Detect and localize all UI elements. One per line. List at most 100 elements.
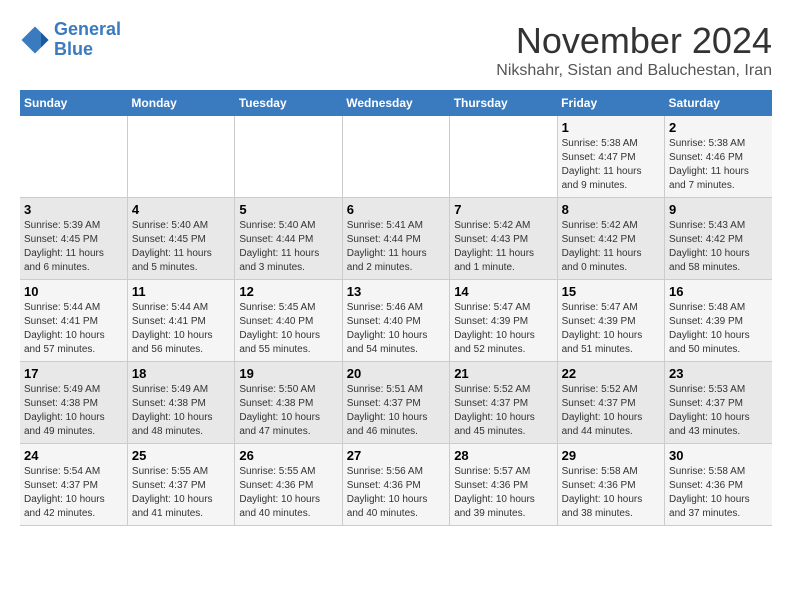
day-number: 15: [562, 284, 660, 299]
calendar-cell: 16 Sunrise: 5:48 AM Sunset: 4:39 PM Dayli…: [665, 280, 772, 362]
day-number: 27: [347, 448, 445, 463]
day-number: 2: [669, 120, 768, 135]
month-title: November 2024: [496, 20, 772, 62]
day-number: 28: [454, 448, 552, 463]
calendar-cell: [450, 116, 557, 198]
day-number: 30: [669, 448, 768, 463]
day-info: Sunrise: 5:56 AM Sunset: 4:36 PM Dayligh…: [347, 465, 445, 521]
calendar-cell: 19Sunrise: 5:50 AM Sunset: 4:38 PM Dayli…: [235, 362, 342, 444]
day-info: Sunrise: 5:55 AM Sunset: 4:36 PM Dayligh…: [239, 465, 337, 521]
calendar-cell: 18 Sunrise: 5:49 AM Sunset: 4:38 PM Dayli…: [127, 362, 234, 444]
day-info: Sunrise: 5:45 AM Sunset: 4:40 PM Dayligh…: [239, 301, 337, 357]
day-info: Sunrise: 5:50 AM Sunset: 4:38 PM Dayligh…: [239, 383, 337, 439]
day-info: Sunrise: 5:57 AM Sunset: 4:36 PM Dayligh…: [454, 465, 552, 521]
calendar-cell: 24Sunrise: 5:54 AM Sunset: 4:37 PM Dayli…: [20, 444, 127, 526]
day-number: 4: [132, 202, 230, 217]
weekday-header-tuesday: Tuesday: [235, 90, 342, 116]
calendar-cell: [20, 116, 127, 198]
logo: General Blue: [20, 20, 121, 60]
day-info: Sunrise: 5:39 AM Sunset: 4:45 PM Dayligh…: [24, 219, 123, 275]
day-number: 12: [239, 284, 337, 299]
title-block: November 2024 Nikshahr, Sistan and Baluc…: [496, 20, 772, 80]
calendar-week-row: 3Sunrise: 5:39 AM Sunset: 4:45 PM Daylig…: [20, 198, 772, 280]
day-number: 18: [132, 366, 230, 381]
calendar-cell: 21 Sunrise: 5:52 AM Sunset: 4:37 PM Dayli…: [450, 362, 557, 444]
day-info: Sunrise: 5:51 AM Sunset: 4:37 PM Dayligh…: [347, 383, 445, 439]
weekday-header-row: SundayMondayTuesdayWednesdayThursdayFrid…: [20, 90, 772, 116]
weekday-header-monday: Monday: [127, 90, 234, 116]
calendar-cell: 25 Sunrise: 5:55 AM Sunset: 4:37 PM Dayli…: [127, 444, 234, 526]
day-number: 26: [239, 448, 337, 463]
day-info: Sunrise: 5:52 AM Sunset: 4:37 PM Dayligh…: [562, 383, 660, 439]
day-info: Sunrise: 5:44 AM Sunset: 4:41 PM Dayligh…: [132, 301, 230, 357]
day-number: 21: [454, 366, 552, 381]
day-number: 22: [562, 366, 660, 381]
calendar-cell: [127, 116, 234, 198]
day-number: 7: [454, 202, 552, 217]
day-info: Sunrise: 5:46 AM Sunset: 4:40 PM Dayligh…: [347, 301, 445, 357]
day-number: 14: [454, 284, 552, 299]
day-info: Sunrise: 5:38 AM Sunset: 4:47 PM Dayligh…: [562, 137, 660, 193]
calendar-cell: 8 Sunrise: 5:42 AM Sunset: 4:42 PM Daylig…: [557, 198, 664, 280]
day-info: Sunrise: 5:49 AM Sunset: 4:38 PM Dayligh…: [132, 383, 230, 439]
calendar-cell: [235, 116, 342, 198]
day-info: Sunrise: 5:43 AM Sunset: 4:42 PM Dayligh…: [669, 219, 768, 275]
calendar-cell: 20 Sunrise: 5:51 AM Sunset: 4:37 PM Dayli…: [342, 362, 449, 444]
day-info: Sunrise: 5:58 AM Sunset: 4:36 PM Dayligh…: [562, 465, 660, 521]
calendar-cell: 4Sunrise: 5:40 AM Sunset: 4:45 PM Daylig…: [127, 198, 234, 280]
logo-blue: Blue: [54, 39, 93, 59]
weekday-header-saturday: Saturday: [665, 90, 772, 116]
day-info: Sunrise: 5:54 AM Sunset: 4:37 PM Dayligh…: [24, 465, 123, 521]
day-number: 5: [239, 202, 337, 217]
page-header: General Blue November 2024 Nikshahr, Sis…: [20, 20, 772, 80]
calendar-cell: 13 Sunrise: 5:46 AM Sunset: 4:40 PM Dayli…: [342, 280, 449, 362]
calendar-cell: 1 Sunrise: 5:38 AM Sunset: 4:47 PM Daylig…: [557, 116, 664, 198]
calendar-cell: [342, 116, 449, 198]
calendar-cell: 6Sunrise: 5:41 AM Sunset: 4:44 PM Daylig…: [342, 198, 449, 280]
day-number: 25: [132, 448, 230, 463]
location-subtitle: Nikshahr, Sistan and Baluchestan, Iran: [496, 62, 772, 80]
calendar-cell: 22 Sunrise: 5:52 AM Sunset: 4:37 PM Dayli…: [557, 362, 664, 444]
day-number: 16: [669, 284, 768, 299]
day-info: Sunrise: 5:44 AM Sunset: 4:41 PM Dayligh…: [24, 301, 123, 357]
calendar-cell: 30 Sunrise: 5:58 AM Sunset: 4:36 PM Dayli…: [665, 444, 772, 526]
calendar-cell: 17 Sunrise: 5:49 AM Sunset: 4:38 PM Dayli…: [20, 362, 127, 444]
calendar-cell: 12 Sunrise: 5:45 AM Sunset: 4:40 PM Dayli…: [235, 280, 342, 362]
day-info: Sunrise: 5:52 AM Sunset: 4:37 PM Dayligh…: [454, 383, 552, 439]
day-number: 23: [669, 366, 768, 381]
day-info: Sunrise: 5:53 AM Sunset: 4:37 PM Dayligh…: [669, 383, 768, 439]
weekday-header-sunday: Sunday: [20, 90, 127, 116]
calendar-cell: 23 Sunrise: 5:53 AM Sunset: 4:37 PM Dayli…: [665, 362, 772, 444]
logo-icon: [20, 25, 50, 55]
calendar-cell: 2Sunrise: 5:38 AM Sunset: 4:46 PM Daylig…: [665, 116, 772, 198]
day-info: Sunrise: 5:40 AM Sunset: 4:44 PM Dayligh…: [239, 219, 337, 275]
day-info: Sunrise: 5:58 AM Sunset: 4:36 PM Dayligh…: [669, 465, 768, 521]
day-number: 10: [24, 284, 123, 299]
day-number: 13: [347, 284, 445, 299]
day-number: 8: [562, 202, 660, 217]
weekday-header-friday: Friday: [557, 90, 664, 116]
day-info: Sunrise: 5:55 AM Sunset: 4:37 PM Dayligh…: [132, 465, 230, 521]
calendar-week-row: 10 Sunrise: 5:44 AM Sunset: 4:41 PM Dayli…: [20, 280, 772, 362]
day-info: Sunrise: 5:42 AM Sunset: 4:42 PM Dayligh…: [562, 219, 660, 275]
day-info: Sunrise: 5:41 AM Sunset: 4:44 PM Dayligh…: [347, 219, 445, 275]
day-number: 1: [562, 120, 660, 135]
day-number: 9: [669, 202, 768, 217]
calendar-cell: 9 Sunrise: 5:43 AM Sunset: 4:42 PM Daylig…: [665, 198, 772, 280]
calendar-cell: 3Sunrise: 5:39 AM Sunset: 4:45 PM Daylig…: [20, 198, 127, 280]
day-info: Sunrise: 5:48 AM Sunset: 4:39 PM Dayligh…: [669, 301, 768, 357]
calendar-week-row: 24Sunrise: 5:54 AM Sunset: 4:37 PM Dayli…: [20, 444, 772, 526]
calendar-cell: 7Sunrise: 5:42 AM Sunset: 4:43 PM Daylig…: [450, 198, 557, 280]
calendar-cell: 5 Sunrise: 5:40 AM Sunset: 4:44 PM Daylig…: [235, 198, 342, 280]
weekday-header-thursday: Thursday: [450, 90, 557, 116]
day-number: 20: [347, 366, 445, 381]
calendar-cell: 10 Sunrise: 5:44 AM Sunset: 4:41 PM Dayli…: [20, 280, 127, 362]
weekday-header-wednesday: Wednesday: [342, 90, 449, 116]
day-number: 17: [24, 366, 123, 381]
calendar-cell: 28 Sunrise: 5:57 AM Sunset: 4:36 PM Dayli…: [450, 444, 557, 526]
calendar-week-row: 17 Sunrise: 5:49 AM Sunset: 4:38 PM Dayli…: [20, 362, 772, 444]
calendar-cell: 11Sunrise: 5:44 AM Sunset: 4:41 PM Dayli…: [127, 280, 234, 362]
calendar-table: SundayMondayTuesdayWednesdayThursdayFrid…: [20, 90, 772, 526]
day-info: Sunrise: 5:47 AM Sunset: 4:39 PM Dayligh…: [454, 301, 552, 357]
day-info: Sunrise: 5:49 AM Sunset: 4:38 PM Dayligh…: [24, 383, 123, 439]
